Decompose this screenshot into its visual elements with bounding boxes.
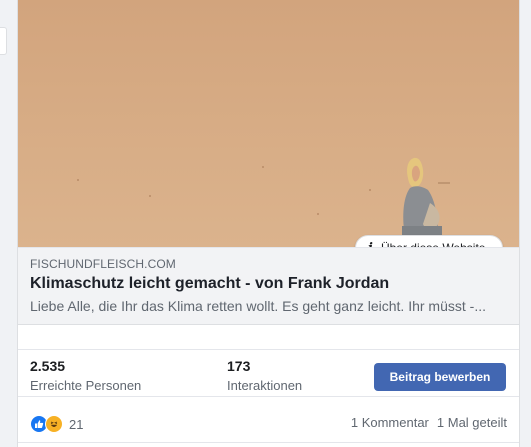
reactions-group[interactable]: 21 (30, 415, 83, 433)
comment-count-link[interactable]: 1 Kommentar (351, 415, 429, 430)
link-description: Liebe Alle, die Ihr das Klima retten wol… (30, 298, 486, 314)
reach-label: Erreichte Personen (30, 378, 142, 393)
reaction-count: 21 (69, 416, 84, 432)
reaction-summary: 21 1 Kommentar 1 Mal geteilt (18, 410, 519, 436)
haha-icon (45, 415, 63, 433)
reach-stat: 2.535 Erreichte Personen (30, 358, 141, 393)
engagement-stat: 173 Interaktionen (227, 358, 302, 393)
desert-photo (18, 0, 519, 247)
engagement-label: Interaktionen (227, 378, 303, 393)
share-count-link[interactable]: 1 Mal geteilt (437, 415, 507, 430)
link-preview-meta[interactable]: FISCHUNDFLEISCH.COM Klimaschutz leicht g… (18, 247, 519, 325)
engagement-counts: 1 Kommentar 1 Mal geteilt (351, 415, 507, 430)
reach-value: 2.535 (30, 358, 66, 374)
engagement-value: 173 (227, 358, 251, 374)
boost-post-button[interactable]: Beitrag bewerben (374, 363, 506, 391)
divider (18, 442, 519, 443)
link-domain: FISCHUNDFLEISCH.COM (30, 257, 176, 271)
post-card: i Über diese Website FISCHUNDFLEISCH.COM… (17, 0, 520, 447)
link-title[interactable]: Klimaschutz leicht gemacht - von Frank J… (30, 275, 507, 293)
post-insights: 2.535 Erreichte Personen 173 Interaktion… (18, 349, 519, 397)
link-preview-image[interactable] (18, 0, 519, 247)
adjacent-panel-edge (0, 27, 7, 55)
